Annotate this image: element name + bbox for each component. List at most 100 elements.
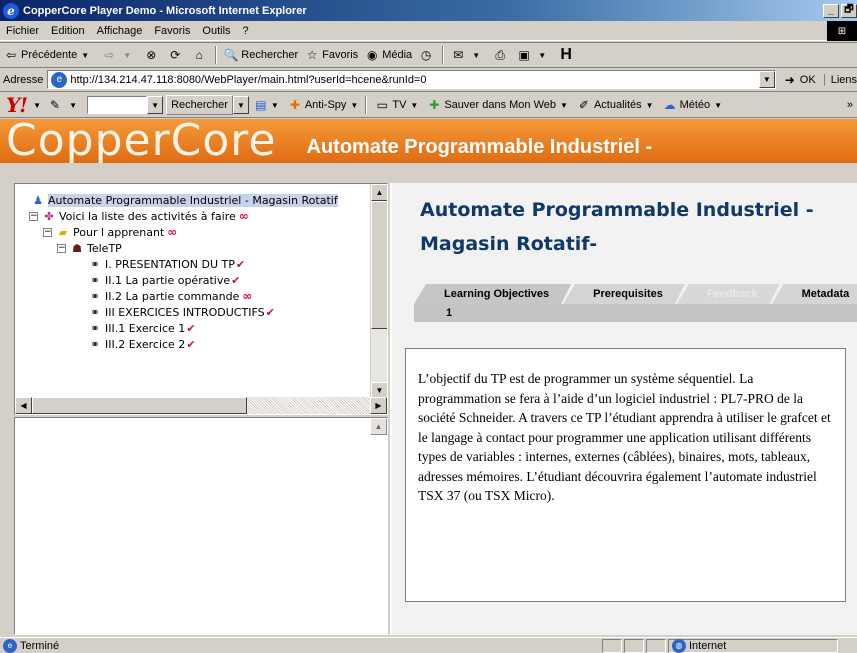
discuss-button[interactable]: H (555, 44, 579, 66)
tab-content-strip: 1 (414, 304, 857, 322)
tree-item-activity[interactable]: ⚭ III EXERCICES INTRODUCTIFS ✔ (15, 304, 371, 320)
address-url[interactable]: http://134.214.47.118:8080/WebPlayer/mai… (70, 74, 758, 86)
search-button[interactable]: 🔍 Rechercher (220, 44, 301, 66)
content-pane: Automate Programmable Industriel - Magas… (390, 183, 857, 635)
yahoo-logo-icon[interactable]: Y! (6, 93, 28, 117)
menu-file[interactable]: Fichier (0, 25, 45, 37)
mail-button[interactable]: ✉ ▼ (447, 44, 489, 66)
go-button[interactable]: ➜ OK (782, 72, 816, 88)
tree-horizontal-scrollbar[interactable]: ◀ ▶ (15, 397, 387, 414)
home-button[interactable]: ⌂ (188, 44, 212, 66)
links-button[interactable]: Liens (823, 73, 857, 86)
collapse-toggle-icon[interactable]: − (43, 227, 52, 237)
tree-item-teletp[interactable]: − ☗ TeleTP (15, 240, 371, 256)
status-cell (646, 638, 666, 653)
yahoo-search-button[interactable]: Rechercher (166, 95, 233, 115)
activity-tree-pane: ♟ Automate Programmable Industriel - Mag… (14, 183, 388, 415)
collapse-toggle-icon[interactable]: − (57, 243, 66, 253)
scroll-thumb[interactable] (371, 201, 387, 329)
media-icon: ◉ (366, 48, 378, 62)
window-title-bar[interactable]: e CopperCore Player Demo - Microsoft Int… (0, 0, 857, 21)
standard-toolbar: ⇦ Précédente ▼ ⇨ ▼ ⊗ ⟳ ⌂ 🔍 Rechercher ☆ … (0, 42, 857, 68)
tree-item-root[interactable]: ♟ Automate Programmable Industriel - Mag… (15, 192, 371, 208)
zone-label: Internet (689, 639, 727, 652)
status-text: Terminé (20, 639, 60, 652)
scroll-right-button[interactable]: ▶ (370, 397, 387, 414)
status-cell (602, 638, 622, 653)
highlight-button[interactable]: ▤ ▼ (249, 97, 283, 113)
tree-item-label: III EXERCICES INTRODUCTIFS (105, 305, 265, 319)
add-bookmark-icon: ✚ (429, 98, 440, 112)
save-to-web-button[interactable]: ✚ Sauver dans Mon Web ▼ (422, 97, 572, 113)
tv-button[interactable]: ▭ TV ▼ (370, 97, 422, 113)
pencil-icon[interactable]: ✎ (47, 97, 63, 113)
favorites-button[interactable]: ☆ Favoris (301, 44, 361, 66)
scroll-left-button[interactable]: ◀ (15, 397, 32, 414)
menu-edit[interactable]: Edition (45, 25, 91, 37)
folder-icon: ▰ (58, 225, 68, 239)
tab-prerequisites[interactable]: Prerequisites (563, 284, 685, 304)
tree-item-activity[interactable]: ⚭ I. PRESENTATION DU TP ✔ (15, 256, 371, 272)
tree-item-activity[interactable]: ⚭ III.2 Exercice 2 ✔ (15, 336, 371, 352)
tree-item-learner[interactable]: − ▰ Pour l apprenant ∞ (15, 224, 371, 240)
chevron-down-icon: ▼ (538, 50, 547, 60)
tree-item-label: Automate Programmable Industriel - Magas… (48, 193, 338, 207)
stop-button[interactable]: ⊗ (140, 44, 164, 66)
edit-icon: ▣ (518, 48, 530, 62)
tab-metadata[interactable]: Metadata (772, 284, 857, 304)
tab-feedback[interactable]: Feedback (677, 284, 780, 304)
menu-help[interactable]: ? (237, 25, 255, 37)
collapse-toggle-icon[interactable]: − (29, 211, 38, 221)
print-button[interactable]: ⎙ (489, 44, 513, 66)
news-button[interactable]: ✐ Actualités ▼ (572, 97, 658, 113)
chevron-down-icon[interactable]: ▼ (119, 47, 135, 63)
tab-learning-objectives[interactable]: Learning Objectives (414, 284, 571, 304)
antispy-button[interactable]: ✚ Anti-Spy ▼ (283, 97, 363, 113)
chevron-down-icon: ▼ (270, 100, 279, 110)
restore-button[interactable]: 🗗 (841, 3, 857, 18)
media-button-label: Média (382, 49, 413, 61)
menu-view[interactable]: Affichage (91, 25, 149, 37)
menu-favorites[interactable]: Favoris (148, 25, 196, 37)
weather-button[interactable]: ☁ Météo ▼ (658, 97, 727, 113)
yahoo-toolbar: Y! ▼ ✎ ▼ ▼ Rechercher ▼ ▤ ▼ ✚ Anti-Spy ▼ … (0, 93, 857, 118)
edit-button[interactable]: ▣ ▼ (513, 44, 555, 66)
tree-item-activity[interactable]: ⚭ II.1 La partie opérative ✔ (15, 272, 371, 288)
minimize-button[interactable]: _ (823, 3, 839, 18)
structure-icon: ☗ (72, 241, 82, 255)
chevron-down-icon[interactable]: ▼ (77, 47, 93, 63)
yahoo-search-options[interactable]: ▼ (232, 96, 249, 114)
tree-vertical-scrollbar[interactable]: ▲ ▼ (370, 184, 387, 399)
address-input[interactable]: e http://134.214.47.118:8080/WebPlayer/m… (47, 70, 776, 89)
scroll-up-button[interactable]: ▲ (370, 418, 387, 435)
activity-tree: ♟ Automate Programmable Industriel - Mag… (15, 184, 371, 399)
tree-item-activity[interactable]: ⚭ II.2 La partie commande ∞ (15, 288, 371, 304)
scroll-up-button[interactable]: ▲ (371, 184, 387, 201)
yahoo-search-dropdown[interactable]: ▼ (147, 96, 164, 114)
chevron-down-icon: ▼ (714, 100, 723, 110)
tree-item-label: III.1 Exercice 1 (105, 321, 186, 335)
more-chevron-icon[interactable]: » (843, 99, 857, 111)
chevron-down-icon[interactable]: ▼ (65, 97, 81, 113)
address-dropdown-button[interactable]: ▼ (758, 71, 775, 88)
tree-item-activities[interactable]: − ✤ Voici la liste des activités à faire… (15, 208, 371, 224)
media-button[interactable]: ◉ Média (361, 44, 415, 66)
activity-icon: ⚭ (90, 273, 100, 287)
scroll-track[interactable] (247, 397, 370, 414)
yahoo-search-input[interactable] (87, 96, 148, 114)
tab-bar: Learning Objectives Prerequisites Feedba… (414, 284, 857, 304)
scroll-thumb[interactable] (32, 397, 247, 414)
refresh-button[interactable]: ⟳ (164, 44, 188, 66)
infinity-icon: ∞ (242, 289, 253, 303)
chevron-down-icon: ▼ (410, 100, 419, 110)
forward-button[interactable]: ⇨ ▼ (98, 44, 140, 66)
menu-tools[interactable]: Outils (196, 25, 236, 37)
windows-logo-icon: ⊞ (827, 21, 857, 41)
environment-vertical-scrollbar[interactable]: ▲ (370, 418, 387, 634)
back-button[interactable]: ⇦ Précédente ▼ (0, 44, 98, 66)
chevron-down-icon[interactable]: ▼ (29, 97, 45, 113)
activity-icon: ⚭ (90, 257, 100, 271)
tree-item-activity[interactable]: ⚭ III.1 Exercice 1 ✔ (15, 320, 371, 336)
history-button[interactable]: ◷ (415, 44, 439, 66)
completed-check-icon: ✔ (235, 257, 246, 271)
